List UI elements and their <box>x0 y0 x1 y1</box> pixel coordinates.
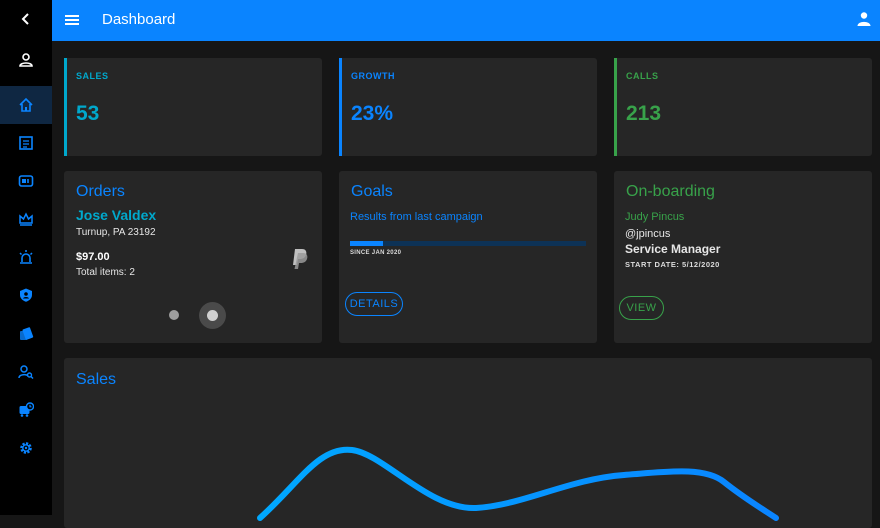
view-button[interactable]: VIEW <box>619 296 664 320</box>
sales-chart-card: Sales <box>64 358 872 528</box>
user-search-icon <box>18 365 34 380</box>
sidebar-item-documents[interactable] <box>0 124 52 162</box>
carousel-dot-active-indicator <box>207 310 218 321</box>
sidebar-item-settings[interactable] <box>0 429 52 467</box>
sidebar-item-account[interactable] <box>0 41 52 79</box>
sales-line-chart <box>257 446 779 521</box>
calls-stat-card: CALLS 213 <box>614 58 872 156</box>
details-button[interactable]: DETAILS <box>345 292 403 316</box>
bus-icon <box>19 402 34 417</box>
document-icon <box>19 136 33 150</box>
sidebar-item-cards[interactable] <box>0 315 52 353</box>
user-icon <box>19 53 33 67</box>
since-label: SINCE JAN 2020 <box>350 250 402 256</box>
sidebar-item-crown[interactable] <box>0 200 52 238</box>
sidebar-item-inbox[interactable] <box>0 162 52 200</box>
siren-icon <box>19 250 33 264</box>
sales-stat-card: SALES 53 <box>64 58 322 156</box>
page-title: Dashboard <box>102 11 176 28</box>
shield-icon <box>20 288 32 302</box>
sidebar-item-search-users[interactable] <box>0 353 52 391</box>
crown-icon <box>19 212 33 226</box>
inbox-icon <box>18 175 34 187</box>
employee-name: Judy Pincus <box>625 211 685 223</box>
sidebar-item-back[interactable] <box>0 0 52 38</box>
accent-bar <box>64 58 67 156</box>
carousel-dot-2[interactable] <box>199 302 226 329</box>
accent-bar <box>614 58 617 156</box>
onboarding-card: On-boarding Judy Pincus @jpincus Service… <box>614 171 872 343</box>
sidebar-item-home[interactable] <box>0 86 52 124</box>
growth-stat-card: GROWTH 23% <box>339 58 597 156</box>
gear-icon <box>20 442 32 454</box>
goals-subtitle: Results from last campaign <box>350 211 483 223</box>
stat-value: 213 <box>626 102 662 125</box>
employee-handle: @jpincus <box>625 228 671 240</box>
order-amount: $97.00 <box>76 251 110 263</box>
card-title: Orders <box>76 183 125 200</box>
progress-bar-fill <box>350 241 384 246</box>
accent-bar <box>339 58 342 156</box>
sidebar-item-security[interactable] <box>0 276 52 314</box>
progress-bar <box>350 241 586 246</box>
stat-label: SALES <box>76 71 109 81</box>
home-icon <box>19 97 33 112</box>
account-icon[interactable] <box>856 11 872 27</box>
stat-value: 53 <box>76 102 100 125</box>
paypal-icon <box>293 249 308 269</box>
card-title: On-boarding <box>626 183 715 200</box>
card-title: Goals <box>351 183 393 200</box>
customer-address: Turnup, PA 23192 <box>76 227 156 238</box>
start-date: START DATE: 5/12/2020 <box>625 260 720 269</box>
sidebar-item-bus[interactable] <box>0 391 52 429</box>
top-app-bar: Dashboard <box>52 0 880 41</box>
sidebar <box>0 0 52 515</box>
carousel-dot-1[interactable] <box>169 310 179 320</box>
order-items: Total items: 2 <box>76 267 135 278</box>
sidebar-item-alerts[interactable] <box>0 238 52 276</box>
goals-card: Goals Results from last campaign SINCE J… <box>339 171 597 343</box>
stat-label: CALLS <box>626 71 659 81</box>
orders-card: Orders Jose Valdex Turnup, PA 23192 $97.… <box>64 171 322 343</box>
stat-label: GROWTH <box>351 71 395 81</box>
cards-icon <box>20 327 34 340</box>
employee-role: Service Manager <box>625 242 721 256</box>
menu-icon[interactable] <box>64 11 80 29</box>
chevron-left-icon <box>21 13 29 25</box>
customer-name: Jose Valdex <box>76 207 157 223</box>
sales-line <box>257 446 779 521</box>
stat-value: 23% <box>351 102 394 125</box>
